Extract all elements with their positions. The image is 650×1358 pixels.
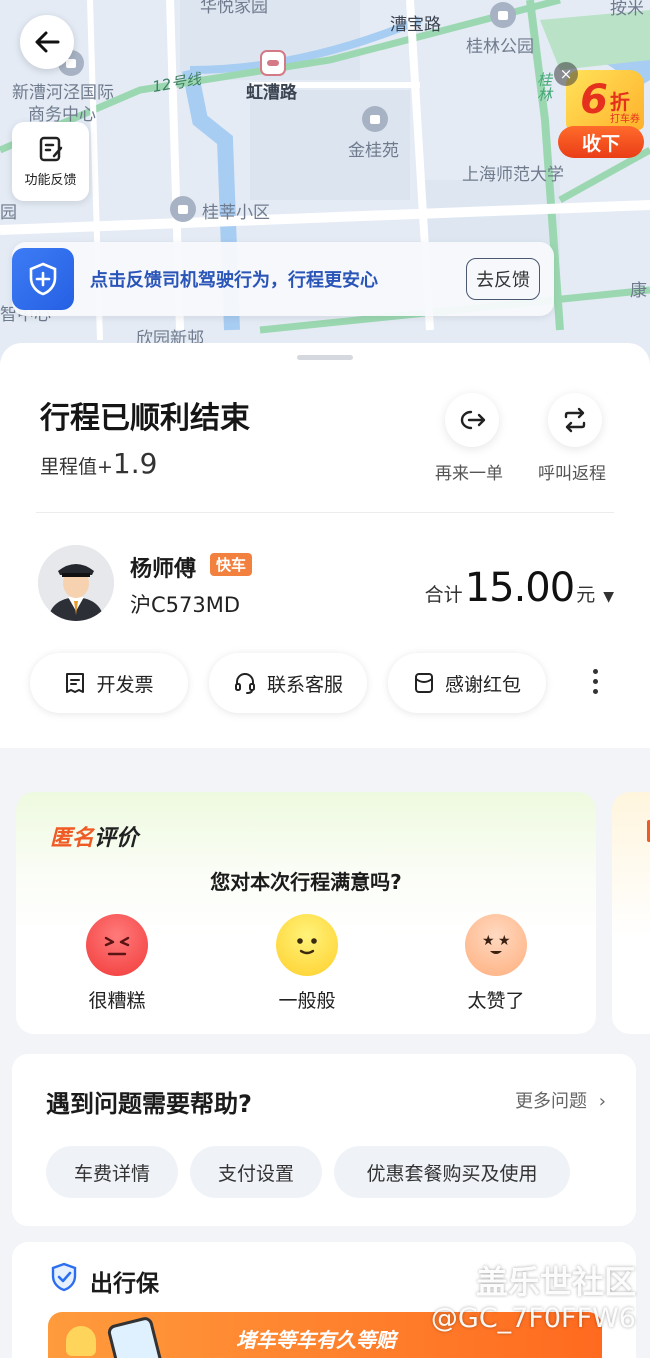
insurance-title: 出行保	[90, 1271, 159, 1297]
discount-number: 6	[580, 77, 608, 123]
map-poi-guixin-icon	[170, 196, 196, 222]
invoice-button[interactable]: 开发票	[30, 653, 188, 713]
more-questions-link[interactable]: 更多问题 ›	[515, 1087, 606, 1113]
travel-insurance-card[interactable]: 出行保 堵车等车有久等赔	[12, 1242, 636, 1358]
fare-unit: 元	[576, 584, 596, 606]
invoice-icon	[66, 673, 85, 693]
reorder-label: 再来一单	[435, 464, 503, 484]
svg-text:★: ★	[482, 933, 495, 949]
chip-package-purchase[interactable]: 优惠套餐购买及使用	[334, 1146, 570, 1198]
mileage-points: 里程值+ 1.9	[40, 447, 157, 480]
map-poi-park-icon	[490, 2, 516, 28]
car-type-badge: 快车	[210, 553, 253, 576]
map-label-caobaolu: 漕宝路	[390, 15, 441, 35]
map-label-hongcaolu: 虹漕路	[246, 83, 297, 103]
help-card: 遇到问题需要帮助? 更多问题 › 车费详情 支付设置 优惠套餐购买及使用	[12, 1054, 636, 1226]
svg-text:★: ★	[498, 933, 511, 949]
rating-question: 您对本次行程满意吗?	[210, 870, 402, 894]
promo-close-icon[interactable]: ×	[554, 62, 578, 86]
return-trip-button[interactable]	[548, 393, 602, 447]
reorder-button[interactable]	[445, 393, 499, 447]
contact-service-button[interactable]: 联系客服	[209, 653, 367, 713]
discount-badge: 6 折 打车券	[566, 70, 644, 130]
rating-bad-label[interactable]: 很糟糕	[67, 986, 167, 1013]
invoice-label: 开发票	[96, 673, 154, 696]
driver-avatar-illustration	[38, 545, 114, 621]
rating-great-face-icon[interactable]: ★ ★	[465, 914, 527, 976]
go-feedback-button[interactable]: 去反馈	[466, 258, 540, 300]
fare-total-label: 合计	[424, 584, 463, 606]
arrow-left-icon	[35, 31, 60, 53]
chip-fare-details[interactable]: 车费详情	[46, 1146, 178, 1198]
map-label-huayue: 华悦家园	[200, 0, 268, 17]
fare-total[interactable]: 合计 15.00 元 ▼	[425, 565, 614, 611]
more-questions-label: 更多问题	[515, 1091, 588, 1112]
anonymous-rating-card: 匿名评价 您对本次行程满意吗? 很糟糕 一般般 ★ ★ 太赞了	[16, 792, 596, 1034]
bell-illustration	[66, 1326, 96, 1356]
mileage-label: 里程值+	[40, 456, 113, 478]
fare-amount: 15.00	[464, 565, 576, 611]
map-label-kang: 康	[630, 281, 647, 301]
insurance-banner[interactable]: 堵车等车有久等赔	[48, 1312, 602, 1358]
map-label-normal-univ: 上海师范大学	[462, 165, 564, 185]
discount-sub-label: 打车券	[610, 114, 640, 125]
back-button[interactable]	[20, 15, 74, 69]
trip-summary-panel: 行程已顺利结束 里程值+ 1.9 再来一单 呼叫返程 杨师傅 快车 沪C573M…	[0, 343, 650, 748]
driver-name: 杨师傅	[130, 557, 197, 582]
driver-feedback-text: 点击反馈司机驾驶行为，行程更安心	[90, 270, 378, 291]
feature-feedback-button[interactable]: 功能反馈	[12, 122, 89, 201]
drag-handle[interactable]	[297, 355, 353, 360]
tip-red-envelope-button[interactable]: 感谢红包	[388, 653, 546, 713]
next-card-peek	[612, 792, 650, 1034]
feature-feedback-label: 功能反馈	[24, 173, 77, 188]
help-title: 遇到问题需要帮助?	[46, 1090, 252, 1118]
trip-status-title: 行程已顺利结束	[40, 401, 250, 436]
promo-accept-button[interactable]: 收下	[558, 126, 644, 158]
red-envelope-icon	[414, 673, 433, 693]
exit-arrow-icon	[460, 410, 486, 430]
anonymous-tag-prefix: 匿名	[50, 826, 95, 851]
rating-ok-label[interactable]: 一般般	[257, 986, 357, 1013]
anonymous-tag-suffix: 评价	[94, 826, 139, 851]
more-options-icon[interactable]	[593, 669, 598, 694]
rating-bad-face-icon[interactable]	[86, 914, 148, 976]
chevron-right-icon: ›	[598, 1091, 606, 1112]
edit-note-icon	[39, 136, 62, 162]
mileage-value: 1.9	[112, 447, 158, 480]
driver-avatar[interactable]	[38, 545, 114, 621]
map-label-guixin: 桂莘小区	[202, 203, 270, 223]
return-trip-label: 呼叫返程	[538, 464, 606, 484]
map-view[interactable]: 华悦家园 漕宝路 按米 桂林公园 新漕河泾国际 商务中心 12号线 虹漕路 桂林…	[0, 0, 650, 370]
divider	[36, 512, 614, 513]
phone-illustration	[106, 1315, 168, 1358]
tip-red-envelope-label: 感谢红包	[444, 673, 521, 696]
license-plate: 沪C573MD	[130, 593, 241, 617]
map-poi-jinguiyuan-icon	[362, 106, 388, 132]
map-label-jinguiyuan: 金桂苑	[348, 141, 399, 161]
driver-feedback-banner[interactable]: 点击反馈司机驾驶行为，行程更安心 去反馈	[12, 242, 554, 316]
discount-coupon-promo[interactable]: 6 折 打车券 × 收下	[554, 62, 646, 160]
map-label-yuan: 园	[0, 203, 17, 223]
contact-service-label: 联系客服	[266, 673, 343, 696]
headset-icon	[234, 673, 255, 694]
swap-arrows-icon	[564, 407, 586, 433]
insurance-banner-text: 堵车等车有久等赔	[236, 1328, 396, 1352]
shield-check-icon	[51, 1262, 77, 1292]
map-label-guilin-park: 桂林公园	[466, 37, 534, 57]
chip-payment-settings[interactable]: 支付设置	[190, 1146, 322, 1198]
map-label-guilin-vertical: 桂林	[535, 72, 553, 102]
caret-down-icon: ▼	[603, 589, 614, 605]
metro-station-icon	[260, 50, 286, 76]
rating-ok-face-icon[interactable]	[276, 914, 338, 976]
anonymous-rating-tag: 匿名评价	[50, 820, 138, 852]
map-label-top-right: 按米	[610, 0, 644, 19]
rating-great-label[interactable]: 太赞了	[446, 986, 546, 1013]
shield-plus-icon	[12, 248, 74, 310]
